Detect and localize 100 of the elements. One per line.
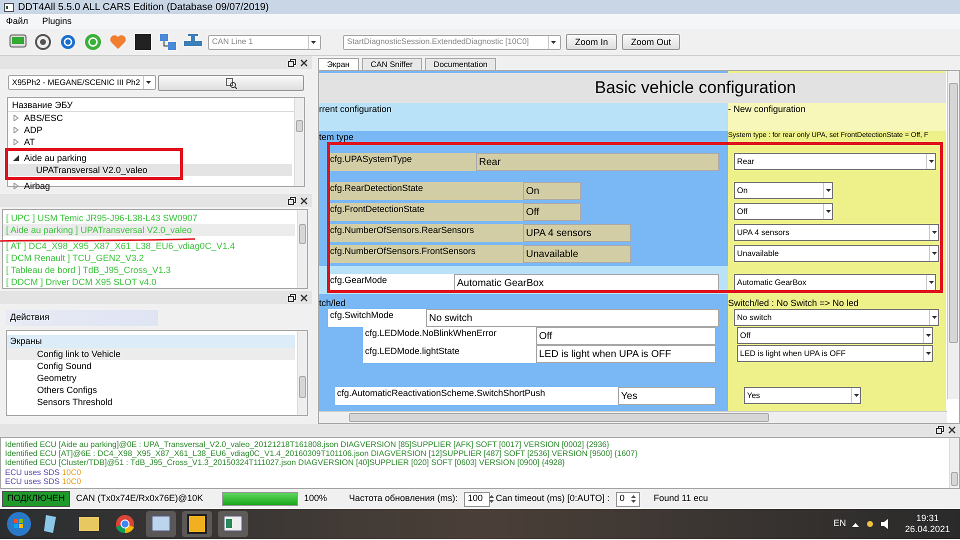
scrollbar-thumb[interactable] [951,472,958,486]
close-icon[interactable] [948,426,956,434]
refresh-icon[interactable] [83,32,103,52]
field-value: Off [523,203,581,221]
value-dropdown[interactable]: Off [734,203,833,220]
network-tray-icon[interactable] [864,519,875,529]
session-dropdown[interactable]: StartDiagnosticSession.ExtendedDiagnostic [10C0] [343,34,561,50]
field-label: cfg.LEDMode.lightState [363,345,536,363]
field-value: Unavailable [523,245,631,263]
log-code: 10C0 [62,476,82,486]
value-dropdown[interactable]: On [734,182,833,199]
section-label: tch/led [319,297,347,308]
window-title: DDT4All 5.5.0 ALL CARS Edition (Database 09/07/2019) [18,0,269,14]
scrollbar-thumb[interactable] [349,413,769,422]
field-value: On [523,182,581,200]
spin-arrows-icon[interactable] [630,494,636,504]
collapsed-arrow-icon[interactable] [13,115,19,121]
caret-icon [826,189,830,192]
value-dropdown[interactable]: LED is light when UPA is OFF [737,345,933,362]
section-label: - New configuration [728,103,946,131]
tree-item[interactable]: Airbag [24,180,50,192]
speaker-icon[interactable] [880,519,891,529]
value-dropdown[interactable]: Automatic GearBox [734,274,936,291]
value-dropdown[interactable]: Off [737,327,933,344]
value-dropdown[interactable]: Yes [744,387,861,404]
clock-time[interactable]: 19:31 [916,513,939,524]
screen-list-item[interactable]: Others Configs [7,384,295,396]
found-count: Found 11 ecu [654,492,708,506]
can-info: CAN (Tx0x74E/Rx0x76E)@10K [76,492,204,506]
caret-icon [550,40,556,44]
tree-item[interactable]: ABS/ESC [24,112,64,124]
screen-list-item[interactable]: Sensors Threshold [7,396,295,408]
field-value: LED is light when UPA is OFF [536,345,716,363]
tree-item[interactable]: UPATransversal V2.0_valeo [8,164,292,176]
caret-icon [932,231,936,234]
collapsed-arrow-icon[interactable] [13,183,19,189]
scrollbar-thumb[interactable] [299,224,306,244]
restore-icon[interactable] [936,426,944,434]
search-button[interactable] [158,75,304,91]
spin-field[interactable]: 0 [616,492,640,506]
caret-icon [926,352,930,355]
restore-icon[interactable] [288,294,296,302]
tab[interactable]: Экран [318,58,359,70]
clock-date[interactable]: 26.04.2021 [904,524,950,535]
expanded-arrow-icon[interactable] [13,155,19,161]
tree-item[interactable]: ADP [24,124,43,136]
value-dropdown[interactable]: UPA 4 sensors [734,224,939,241]
progress-percent: 100% [304,492,328,506]
caret-icon [826,210,830,213]
menu-item[interactable]: Plugins [42,14,72,28]
search-icon [226,78,237,88]
vehicle-dropdown[interactable]: X95Ph2 - MEGANE/SCENIC III Ph2 [8,75,156,90]
tree-item[interactable]: AT [24,136,35,148]
field-value: Yes [618,387,716,405]
value-dropdown[interactable]: Unavailable [734,245,939,262]
group-header[interactable]: Экраны [7,334,295,348]
close-icon[interactable] [300,58,308,66]
restore-icon[interactable] [288,196,296,204]
value-dropdown[interactable]: No switch [734,309,939,326]
zoom-button[interactable]: Zoom In [566,34,618,50]
tree-item[interactable]: Aide au parking [24,152,87,164]
field-label: cfg.LEDMode.NoBlinkWhenError [363,327,536,345]
scrollbar-thumb[interactable] [949,83,958,343]
start-orb-icon[interactable] [6,511,32,537]
scrollbar-thumb[interactable] [299,376,306,398]
section-label: tem type [319,131,355,141]
field-label: cfg.NumberOfSensors.FrontSensors [328,245,523,263]
close-icon[interactable] [300,196,308,204]
field-label: cfg.NumberOfSensors.RearSensors [328,224,523,242]
connection-status: ПОДКЛЮЧЕН [2,491,70,507]
tab[interactable]: CAN Sniffer [362,58,422,70]
tray-arrow-icon[interactable] [852,522,859,526]
network-icon[interactable] [158,32,178,52]
actions-tab[interactable]: Действия [6,310,158,326]
log-line: ECU uses SDS [5,468,60,477]
refresh-icon[interactable] [58,32,78,52]
screen-list-item[interactable]: Geometry [7,372,295,384]
restore-icon[interactable] [288,58,296,66]
field-label: cfg.SwitchMode [328,309,426,327]
log-line: Identified ECU [Cluster/TDB]@51 : TdB_J95_Cross_V1.3_20150324T111027.json DIAGVERSION [40]SUPPLIER [020] SOFT [0603] VERSION [0900] {4928} [5,458,566,468]
zoom-button[interactable]: Zoom Out [622,34,680,50]
log-line: ECU uses SDS [5,476,60,486]
value-dropdown[interactable]: Rear [734,153,936,170]
scrollbar-thumb[interactable] [296,120,303,132]
obd-app-icon[interactable] [184,511,210,537]
spin-arrows-icon[interactable] [488,494,494,504]
screen-list-item[interactable]: Config Sound [7,360,295,372]
can-line-dropdown[interactable]: CAN Line 1 [208,34,321,50]
language-indicator[interactable]: EN [833,517,846,531]
menu-item[interactable]: Файл [6,14,28,28]
close-icon[interactable] [300,294,308,302]
screen-title: Basic vehicle configuration [319,73,946,103]
section-label: rrent configuration [319,103,728,131]
collapsed-arrow-icon[interactable] [13,139,19,145]
field-value: Rear [476,153,719,171]
caret-icon [146,81,150,84]
tab[interactable]: Documentation [424,58,496,70]
collapsed-arrow-icon[interactable] [13,127,19,133]
screen-list-item[interactable]: Config link to Vehicle [7,348,295,360]
log-line: Identified ECU [AT]@6E : DC4_X98_X95_X87_X61_L38_EU6_vdiag0C_V1.4_20160309T101106.json DIAGVERSION [12]SUPPLIER [487] SOFT [2536] VERSION [9500] {1607} [5,449,639,458]
